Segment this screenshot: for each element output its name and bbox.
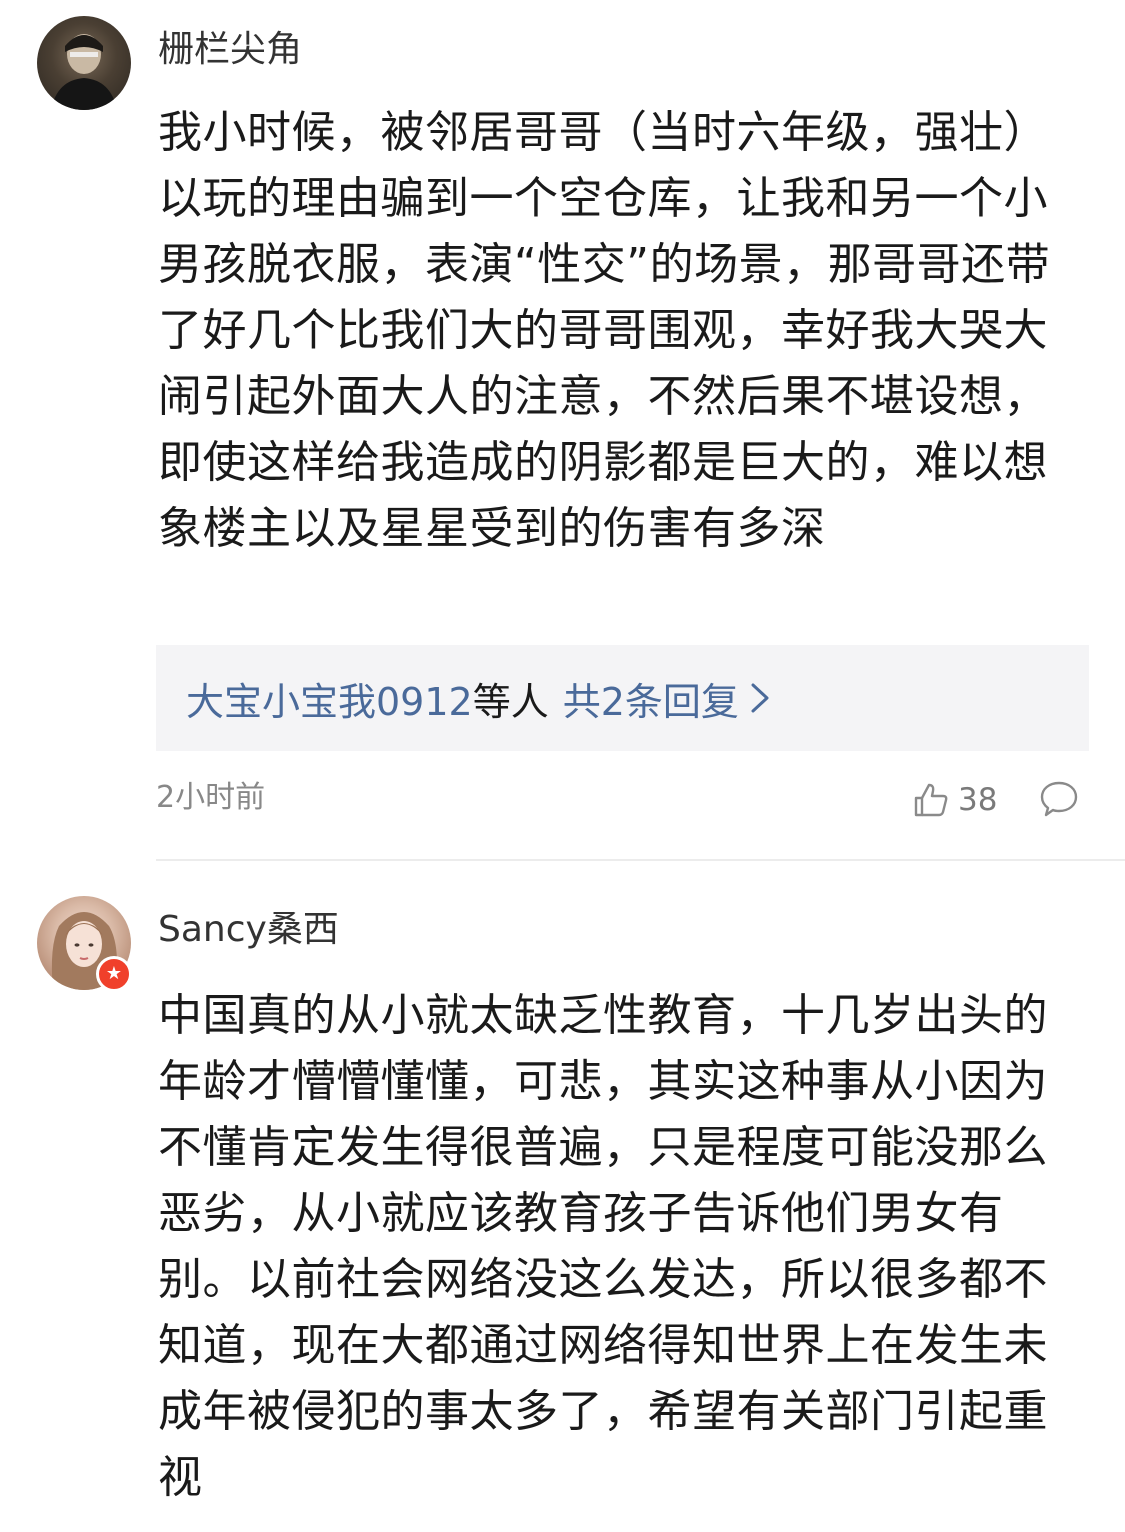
comment-item: ★ Sancy桑西 中国真的从小就太缺乏性教育，十几岁出头的年龄才懵懵懂懂，可悲… xyxy=(0,861,1125,1532)
reply-count-link[interactable]: 共2条回复 xyxy=(563,671,739,726)
reply-user-link[interactable]: 大宝小宝我0912 xyxy=(186,671,473,726)
username[interactable]: Sancy桑西 xyxy=(158,906,339,954)
thumbs-up-icon xyxy=(914,783,948,817)
like-button[interactable]: 38 xyxy=(912,778,997,822)
timestamp: 2小时前 xyxy=(156,780,266,815)
replies-preview[interactable]: 大宝小宝我0912 等人 共2条回复 xyxy=(156,645,1089,751)
verified-star-badge: ★ xyxy=(96,956,132,992)
like-count: 38 xyxy=(958,782,998,818)
chevron-right-icon xyxy=(751,683,769,713)
username[interactable]: 栅栏尖角 xyxy=(158,26,302,74)
comment-text: 我小时候，被邻居哥哥（当时六年级，强壮）以玩的理由骗到一个空仓库，让我和另一个小… xyxy=(158,107,1051,554)
comment-text: 中国真的从小就太缺乏性教育，十几岁出头的年龄才懵懵懂懂，可悲，其实这种事从小因为… xyxy=(158,990,1048,1503)
comment-bubble-icon[interactable] xyxy=(1038,778,1080,820)
avatar-image xyxy=(51,34,117,110)
reply-suffix: 等人 xyxy=(472,679,549,724)
avatar[interactable] xyxy=(37,16,131,110)
comment-item: 栅栏尖角 我小时候，被邻居哥哥（当时六年级，强壮）以玩的理由骗到一个空仓库，让我… xyxy=(0,0,1125,861)
